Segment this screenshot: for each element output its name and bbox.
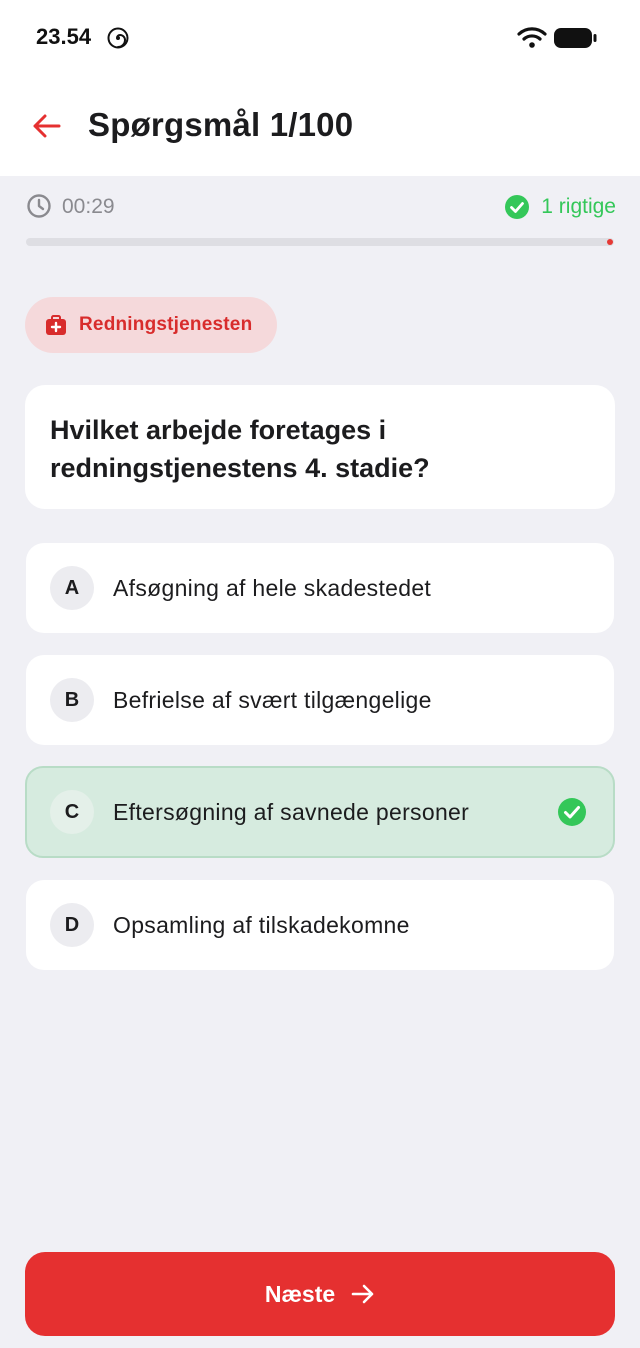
back-button[interactable] [26,106,66,146]
category-chip: Redningstjenesten [25,297,277,353]
next-button-label: Næste [264,1280,336,1307]
progress-indicator [607,239,613,245]
arrow-left-icon [31,113,61,139]
check-circle-icon [504,194,530,220]
answer-letter: D [50,903,94,947]
answer-option-d[interactable]: D Opsamling af tilskadekomne [26,880,614,970]
status-bar: 23.54 [0,0,640,76]
wifi-icon [517,26,547,53]
answer-letter: A [50,566,94,610]
answer-letter: B [50,678,94,722]
status-time: 23.54 [36,24,92,49]
next-button[interactable]: Næste [25,1252,615,1336]
spiral-icon [107,27,129,54]
answer-letter: C [50,790,94,834]
timer-value: 00:29 [62,195,115,218]
correct-count-label: 1 rigtige [541,195,616,218]
correct-count: 1 rigtige [504,193,616,221]
arrow-right-icon [351,1283,375,1305]
question-card: Hvilket arbejde foretages i redningstjen… [25,385,615,509]
clock-icon [26,193,52,224]
quiz-status-row: 00:29 1 rigtige [26,193,616,221]
battery-icon [554,27,598,54]
answer-text: Opsamling af tilskadekomne [113,911,410,938]
answer-option-a[interactable]: A Afsøgning af hele skadestedet [26,543,614,633]
page-title: Spørgsmål 1/100 [88,106,354,143]
answer-text: Afsøgning af hele skadestedet [113,574,432,601]
check-circle-icon [557,797,587,827]
answer-option-c[interactable]: C Eftersøgning af savnede personer [25,766,615,858]
app-header: Spørgsmål 1/100 [0,76,640,176]
answer-text: Eftersøgning af savnede personer [113,798,470,825]
category-label: Redningstjenesten [79,314,253,335]
answer-text: Befrielse af svært tilgængelige [113,686,432,713]
answer-option-b[interactable]: B Befrielse af svært tilgængelige [26,655,614,745]
first-aid-kit-icon [45,314,67,336]
progress-bar [26,238,614,246]
question-text: Hvilket arbejde foretages i redningstjen… [50,415,430,483]
